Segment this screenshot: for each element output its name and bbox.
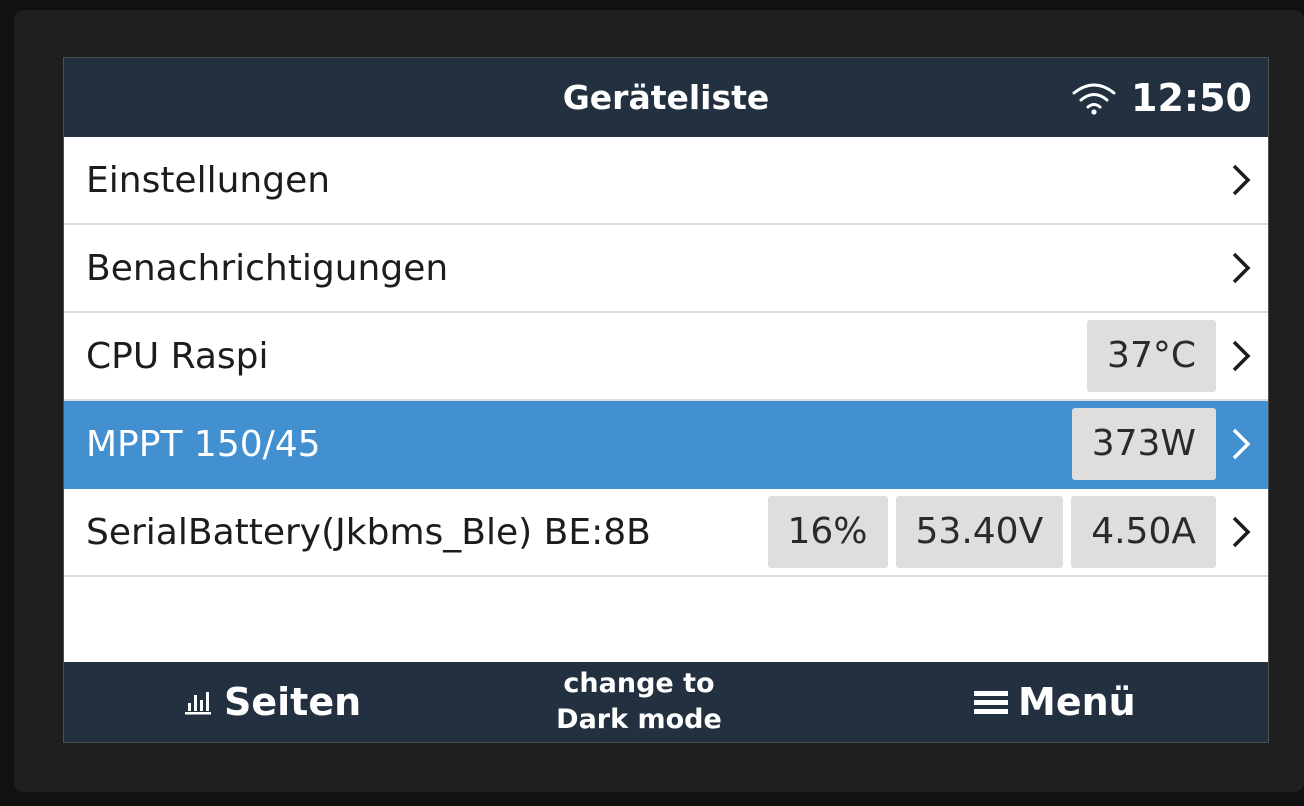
list-item-label: MPPT 150/45	[86, 423, 321, 465]
list-item-label: CPU Raspi	[86, 335, 269, 377]
pages-label: Seiten	[224, 680, 362, 724]
dark-mode-button[interactable]: change to Dark mode	[534, 666, 744, 738]
dark-mode-line2: Dark mode	[556, 704, 722, 735]
list-item-benachrichtigungen[interactable]: Benachrichtigungen	[64, 225, 1268, 313]
list-item-label: Einstellungen	[86, 159, 331, 201]
power-badge: 373W	[1071, 408, 1216, 480]
list-item-einstellungen[interactable]: Einstellungen	[64, 137, 1268, 225]
bottom-bar: Seiten change to Dark mode Menü	[64, 662, 1268, 742]
voltage-badge: 53.40V	[895, 496, 1064, 568]
value-badges: 37°C	[1087, 313, 1216, 399]
list-item-label: Benachrichtigungen	[86, 247, 449, 289]
pages-button[interactable]: Seiten	[184, 662, 361, 742]
chevron-right-icon	[1232, 428, 1251, 460]
bar-chart-icon	[185, 692, 211, 715]
device-list: Einstellungen Benachrichtigungen CPU Ras…	[64, 137, 1268, 577]
hamburger-icon	[974, 691, 1008, 714]
wifi-icon	[1072, 83, 1116, 115]
chevron-right-icon	[1232, 516, 1251, 548]
current-badge: 4.50A	[1071, 496, 1216, 568]
chevron-right-icon	[1232, 340, 1251, 372]
value-badges: 373W	[1071, 401, 1216, 487]
clock: 12:50	[1131, 75, 1252, 120]
top-bar: Geräteliste 12:50	[64, 58, 1268, 137]
list-item-label: SerialBattery(Jkbms_Ble) BE:8B	[86, 511, 651, 553]
device-screen: Geräteliste 12:50 Einstellungen Benachri…	[64, 58, 1268, 742]
list-item-serial-battery[interactable]: SerialBattery(Jkbms_Ble) BE:8B 16% 53.40…	[64, 489, 1268, 577]
dark-mode-line1: change to	[563, 668, 715, 699]
soc-badge: 16%	[767, 496, 888, 568]
menu-button[interactable]: Menü	[972, 662, 1136, 742]
status-area: 12:50	[1071, 58, 1252, 137]
menu-label: Menü	[1018, 680, 1136, 724]
value-badges: 16% 53.40V 4.50A	[767, 489, 1216, 575]
list-item-cpu-raspi[interactable]: CPU Raspi 37°C	[64, 313, 1268, 401]
chevron-right-icon	[1232, 164, 1251, 196]
temperature-badge: 37°C	[1087, 320, 1216, 392]
list-item-mppt[interactable]: MPPT 150/45 373W	[64, 401, 1268, 489]
chevron-right-icon	[1232, 252, 1251, 284]
